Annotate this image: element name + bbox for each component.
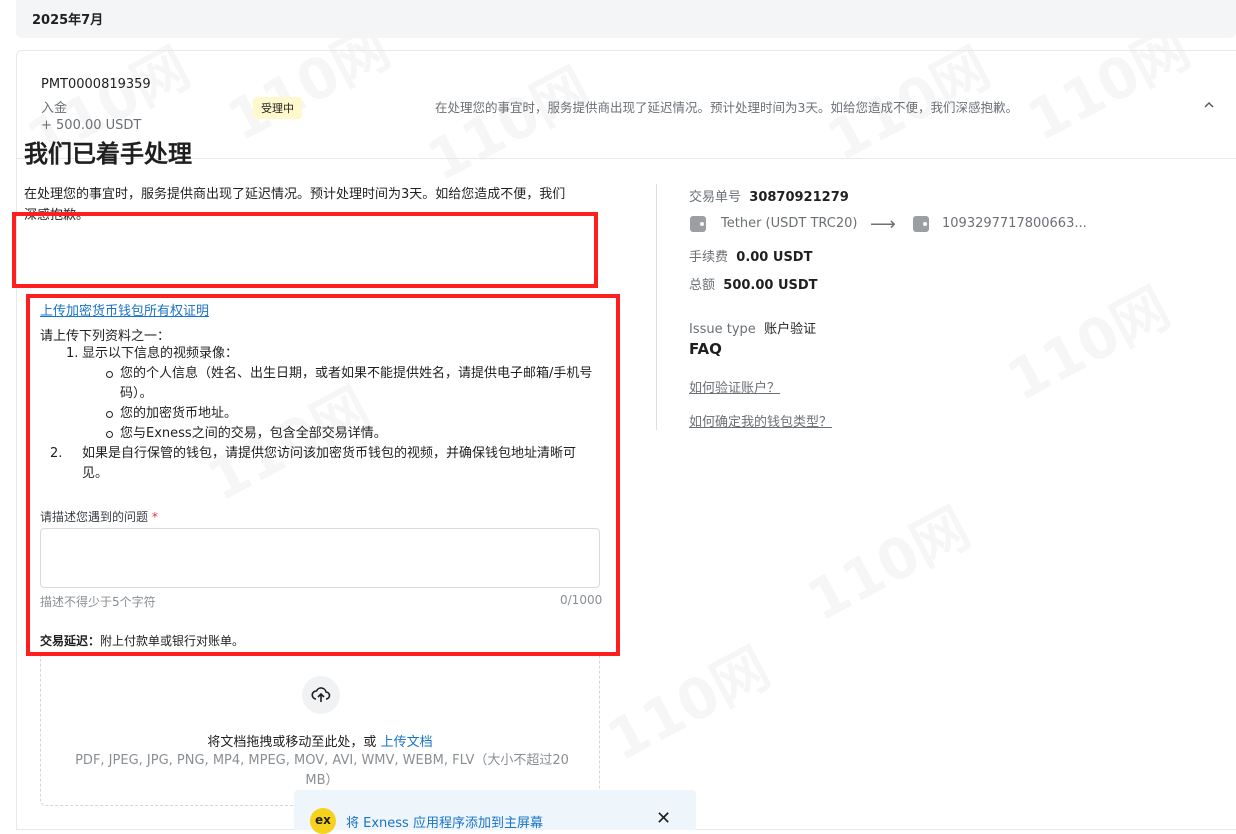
highlight-box-upload: [26, 294, 620, 656]
faq-title: FAQ: [689, 340, 722, 358]
chevron-up-icon[interactable]: [1199, 95, 1219, 115]
payment-row[interactable]: PMT0000819359 入金 + 500.00 USDT 受理中 在处理您的…: [17, 51, 1236, 159]
txn-value: 30870921279: [749, 190, 849, 205]
fee-value: 0.00 USDT: [736, 250, 813, 265]
close-icon[interactable]: ✕: [656, 808, 671, 829]
status-badge: 受理中: [253, 97, 302, 119]
payment-id: PMT0000819359: [41, 77, 151, 92]
install-app-banner[interactable]: ex 将 Exness 应用程序添加到主屏幕 ✕: [294, 790, 696, 834]
highlight-box-intro: [12, 212, 598, 288]
wallet-icon: [690, 216, 706, 232]
payment-status-message: 在处理您的事宜时，服务提供商出现了延迟情况。预计处理时间为3天。如给您造成不便，…: [435, 100, 1018, 115]
arrow-right-icon: ⟶: [870, 214, 896, 235]
faq-link-verify-account[interactable]: 如何验证账户？: [689, 377, 780, 396]
issue-label: Issue type: [689, 322, 756, 337]
txn-label: 交易单号: [689, 190, 742, 205]
upload-document-link[interactable]: 上传文档: [381, 735, 433, 750]
month-header: 2025年7月: [16, 0, 1236, 38]
fee-row: 手续费 0.00 USDT: [689, 246, 812, 265]
fee-label: 手续费: [689, 250, 729, 265]
destination-wallet: 1093297717800663...: [942, 216, 1087, 231]
allowed-formats: PDF, JPEG, JPG, PNG, MP4, MPEG, MOV, AVI…: [75, 753, 569, 788]
page-title: 我们已着手处理: [24, 140, 192, 168]
issue-value: 账户验证: [764, 322, 817, 337]
upload-cloud-icon[interactable]: [302, 676, 340, 714]
exness-logo: ex: [310, 808, 336, 834]
transaction-number: 交易单号 30870921279: [689, 186, 849, 205]
issue-type-row: Issue type 账户验证: [689, 318, 816, 337]
total-row: 总额 500.00 USDT: [689, 274, 818, 293]
faq-heading: FAQ: [689, 340, 722, 358]
dropzone-text: 将文档拖拽或移动至此处，或: [207, 735, 381, 750]
total-label: 总额: [689, 278, 716, 293]
payment-amount: + 500.00 USDT: [41, 118, 142, 133]
month-label: 2025年7月: [32, 13, 104, 28]
total-value: 500.00 USDT: [723, 278, 818, 293]
faq-link-wallet-type[interactable]: 如何确定我的钱包类型？: [689, 411, 832, 430]
payment-type: 入金: [41, 101, 68, 116]
source-wallet: Tether (USDT TRC20): [721, 216, 858, 231]
dropzone-instructions: 将文档拖拽或移动至此处，或 上传文档: [40, 731, 600, 750]
wallet-icon: [913, 216, 929, 232]
column-divider: [656, 184, 657, 430]
